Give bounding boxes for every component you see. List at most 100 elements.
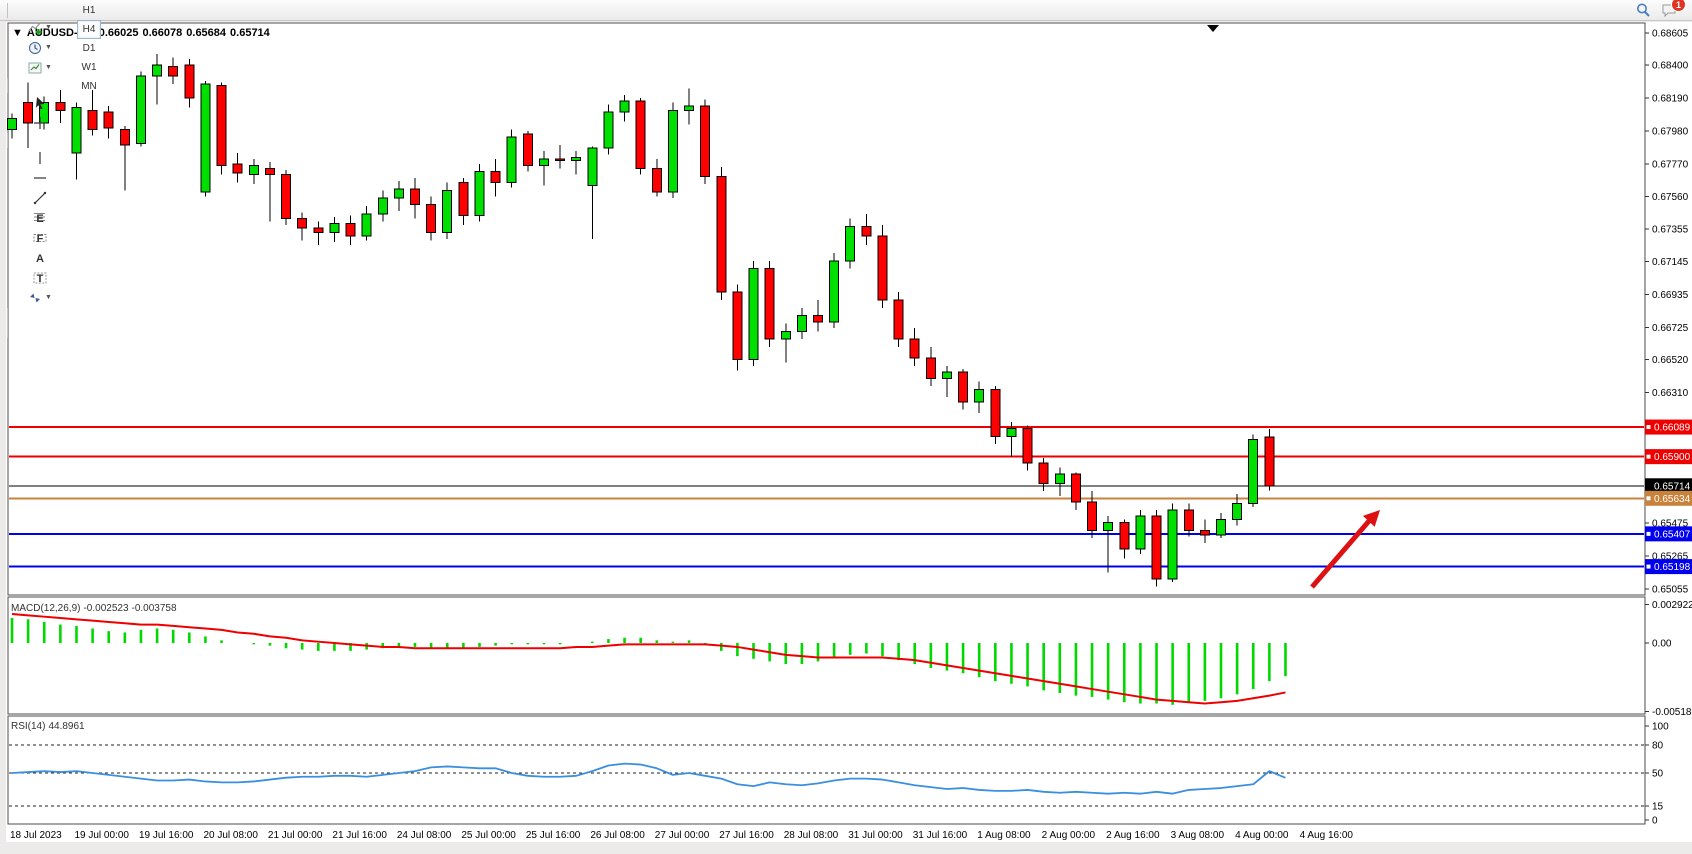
svg-text:15: 15 [1652, 801, 1664, 812]
templates-icon [27, 60, 43, 76]
svg-text:0.002922: 0.002922 [1652, 600, 1692, 611]
high-value: 0.66078 [143, 27, 183, 39]
svg-text:-0.005189: -0.005189 [1652, 707, 1692, 718]
svg-text:2 Aug 16:00: 2 Aug 16:00 [1106, 830, 1160, 841]
text-tool-button[interactable]: A [4, 248, 75, 268]
toolbar-separator [7, 133, 8, 148]
arrows-tool-icon [27, 290, 43, 306]
text-label-icon: T [32, 270, 48, 286]
svg-text:3 Aug 08:00: 3 Aug 08:00 [1171, 830, 1225, 841]
chart-shift-icon [32, 0, 48, 1]
svg-text:0: 0 [1652, 816, 1658, 827]
svg-text:0.65634: 0.65634 [1654, 494, 1691, 505]
open-value: 0.66025 [99, 27, 139, 39]
svg-text:T: T [36, 273, 43, 285]
chevron-down-icon: ▼ [45, 44, 52, 51]
cursor-icon [32, 95, 48, 111]
svg-text:0.68400: 0.68400 [1652, 61, 1689, 72]
channel-icon: F [32, 230, 48, 246]
search-button[interactable] [1631, 0, 1655, 20]
svg-text:0.66520: 0.66520 [1652, 355, 1689, 366]
svg-text:25 Jul 16:00: 25 Jul 16:00 [526, 830, 581, 841]
svg-text:0.67355: 0.67355 [1652, 224, 1689, 235]
svg-text:19 Jul 00:00: 19 Jul 00:00 [74, 830, 129, 841]
time-axis: 18 Jul 202319 Jul 00:0019 Jul 16:0020 Ju… [10, 830, 1353, 841]
timeframe-w1-button[interactable]: W1 [77, 58, 101, 77]
timeframe-d1-button[interactable]: D1 [77, 39, 101, 58]
periods-button[interactable]: ▼ [4, 38, 75, 58]
macd-indicator-label: MACD(12,26,9)-0.002523-0.003758 [11, 603, 180, 614]
svg-text:0.67770: 0.67770 [1652, 159, 1689, 170]
vline-button[interactable] [4, 148, 75, 168]
channel-button[interactable]: F [4, 228, 75, 248]
toolbar-separator [7, 308, 8, 323]
toolbar-separator [7, 3, 8, 18]
templates-button[interactable]: ▼ [4, 58, 75, 78]
chart-window[interactable]: ▼AUDUSD-,H40.660250.660780.656840.65714 … [0, 21, 1692, 849]
chart-shift-button[interactable] [4, 0, 75, 3]
trendline-button[interactable] [4, 188, 75, 208]
crosshair-icon [32, 115, 48, 131]
toolbar-separator [7, 78, 8, 93]
svg-text:E: E [36, 213, 43, 225]
svg-text:0.65714: 0.65714 [1654, 481, 1691, 492]
fibo-button[interactable]: E [4, 208, 75, 228]
svg-text:100: 100 [1652, 722, 1669, 733]
crosshair-button[interactable] [4, 113, 75, 133]
macd-main-value: -0.002523 [83, 603, 128, 614]
timeframe-h4-button[interactable]: H4 [77, 20, 101, 39]
svg-text:2 Aug 00:00: 2 Aug 00:00 [1042, 830, 1096, 841]
rsi-indicator-label: RSI(14)44.8961 [11, 721, 88, 732]
hline-icon [32, 170, 48, 186]
svg-text:24 Jul 08:00: 24 Jul 08:00 [397, 830, 452, 841]
svg-text:0.66089: 0.66089 [1654, 423, 1691, 434]
svg-text:27 Jul 16:00: 27 Jul 16:00 [719, 830, 774, 841]
hline-button[interactable] [4, 168, 75, 188]
indicators-icon [27, 20, 43, 36]
text-label-button[interactable]: T [4, 268, 75, 288]
timeframe-toolbar: M1M5M15M30H1H4D1W1MN [76, 0, 102, 96]
svg-text:0.67560: 0.67560 [1652, 192, 1689, 203]
comments-button[interactable]: 1 [1657, 0, 1681, 20]
text-tool-icon: A [32, 250, 48, 266]
svg-text:19 Jul 16:00: 19 Jul 16:00 [139, 830, 194, 841]
svg-text:0.65900: 0.65900 [1654, 452, 1691, 463]
svg-text:50: 50 [1652, 769, 1664, 780]
svg-text:0.65055: 0.65055 [1652, 584, 1689, 595]
svg-text:4 Aug 00:00: 4 Aug 00:00 [1235, 830, 1289, 841]
svg-text:0.67145: 0.67145 [1652, 257, 1689, 268]
timeframe-h1-button[interactable]: H1 [77, 1, 101, 20]
svg-text:25 Jul 00:00: 25 Jul 00:00 [461, 830, 516, 841]
svg-text:0.67980: 0.67980 [1652, 126, 1689, 137]
chevron-down-icon: ▼ [45, 64, 52, 71]
svg-text:0.68190: 0.68190 [1652, 93, 1689, 104]
indicators-button[interactable]: ▼ [4, 18, 75, 38]
chart-canvas[interactable]: 0.68605 0.68400 0.68190 0.67980 0.67770 0.675… [0, 21, 1692, 849]
main-toolbar: 新订单自动交易▼▼▼EFAT▼ M1M5M15M30H1H4D1W1MN 1 [0, 0, 1692, 21]
svg-text:80: 80 [1652, 740, 1664, 751]
rsi-value: 44.8961 [48, 721, 84, 732]
svg-text:31 Jul 16:00: 31 Jul 16:00 [913, 830, 968, 841]
svg-text:21 Jul 00:00: 21 Jul 00:00 [268, 830, 323, 841]
svg-text:F: F [36, 233, 43, 245]
svg-text:18 Jul 2023: 18 Jul 2023 [10, 830, 62, 841]
fibo-icon: E [32, 210, 48, 226]
svg-text:1 Aug 08:00: 1 Aug 08:00 [977, 830, 1031, 841]
chart-background [6, 22, 1692, 842]
notification-badge[interactable]: 1 [1671, 0, 1686, 12]
svg-text:0.65407: 0.65407 [1654, 529, 1691, 540]
svg-text:28 Jul 08:00: 28 Jul 08:00 [784, 830, 839, 841]
cursor-button[interactable] [4, 93, 75, 113]
svg-text:21 Jul 16:00: 21 Jul 16:00 [332, 830, 387, 841]
svg-text:31 Jul 00:00: 31 Jul 00:00 [848, 830, 903, 841]
vline-icon [32, 150, 48, 166]
svg-text:A: A [36, 253, 44, 265]
svg-text:0.00: 0.00 [1652, 639, 1672, 650]
trendline-icon [32, 190, 48, 206]
timeframe-mn-button[interactable]: MN [77, 77, 101, 96]
macd-signal-value: -0.003758 [132, 603, 177, 614]
svg-text:0.66935: 0.66935 [1652, 290, 1689, 301]
svg-text:0.65198: 0.65198 [1654, 562, 1691, 573]
svg-text:0.68605: 0.68605 [1652, 29, 1689, 40]
arrows-tool-button[interactable]: ▼ [4, 288, 75, 308]
